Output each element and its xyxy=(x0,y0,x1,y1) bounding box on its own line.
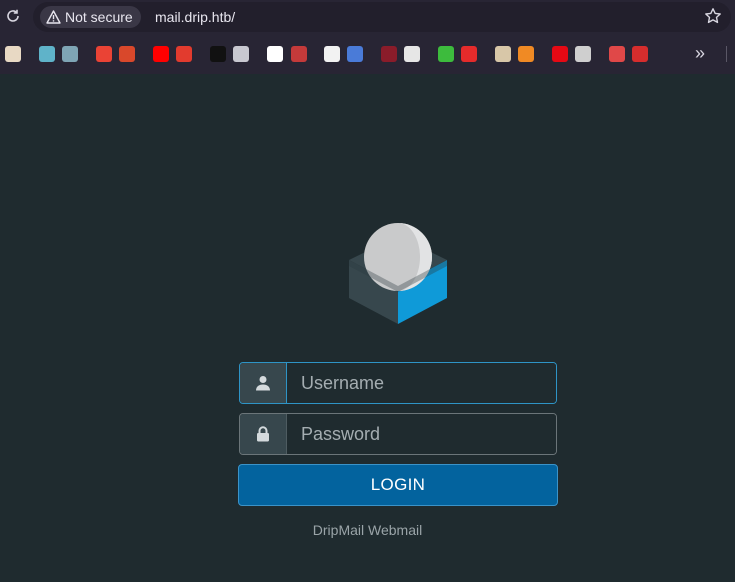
address-bar[interactable]: Not secure mail.drip.htb/ xyxy=(33,2,731,32)
bookmarks-overflow-icon[interactable]: » xyxy=(695,43,705,63)
green-cube-icon[interactable] xyxy=(438,46,454,62)
fox-icon[interactable] xyxy=(518,46,534,62)
red-circle-icon[interactable] xyxy=(381,46,397,62)
globe-icon[interactable] xyxy=(39,46,55,62)
user-icon xyxy=(240,363,287,403)
checkered-flag-icon[interactable] xyxy=(404,46,420,62)
youtube-icon[interactable] xyxy=(153,46,169,62)
wolf-icon[interactable] xyxy=(233,46,249,62)
roundcube-logo-icon xyxy=(345,222,451,326)
reload-icon[interactable] xyxy=(5,8,21,24)
red-flag-icon[interactable] xyxy=(461,46,477,62)
login-button[interactable]: LOGIN xyxy=(238,464,558,506)
santa-icon[interactable] xyxy=(609,46,625,62)
bookmarks-bar: » xyxy=(0,40,735,68)
cowboy-icon[interactable] xyxy=(495,46,511,62)
netflix-icon[interactable] xyxy=(552,46,568,62)
dark-square-icon[interactable] xyxy=(210,46,226,62)
password-input[interactable] xyxy=(287,414,556,454)
vampire-icon[interactable] xyxy=(291,46,307,62)
security-label: Not secure xyxy=(65,9,133,25)
red-box-icon[interactable] xyxy=(632,46,648,62)
browser-chrome: Not secure mail.drip.htb/ » xyxy=(0,0,735,74)
torii-gate-icon[interactable] xyxy=(176,46,192,62)
gmail-icon[interactable] xyxy=(96,46,112,62)
username-input[interactable] xyxy=(287,363,556,403)
password-field xyxy=(239,413,557,455)
r-letter-icon[interactable] xyxy=(267,46,283,62)
warning-icon xyxy=(46,10,61,24)
bookmark-star-icon[interactable] xyxy=(703,7,723,27)
flag-blue-icon[interactable] xyxy=(347,46,363,62)
vo-badge-icon[interactable] xyxy=(324,46,340,62)
bookmarks-divider xyxy=(726,46,727,62)
footer-text: DripMail Webmail xyxy=(312,522,423,538)
url-text[interactable]: mail.drip.htb/ xyxy=(155,2,235,32)
ufo-icon[interactable] xyxy=(62,46,78,62)
security-chip[interactable]: Not secure xyxy=(40,6,141,28)
fire-mask-icon[interactable] xyxy=(119,46,135,62)
lock-icon xyxy=(240,414,287,454)
address-row: Not secure mail.drip.htb/ xyxy=(0,0,735,34)
username-field xyxy=(239,362,557,404)
clapper-icon[interactable] xyxy=(575,46,591,62)
astronaut-icon[interactable] xyxy=(5,46,21,62)
